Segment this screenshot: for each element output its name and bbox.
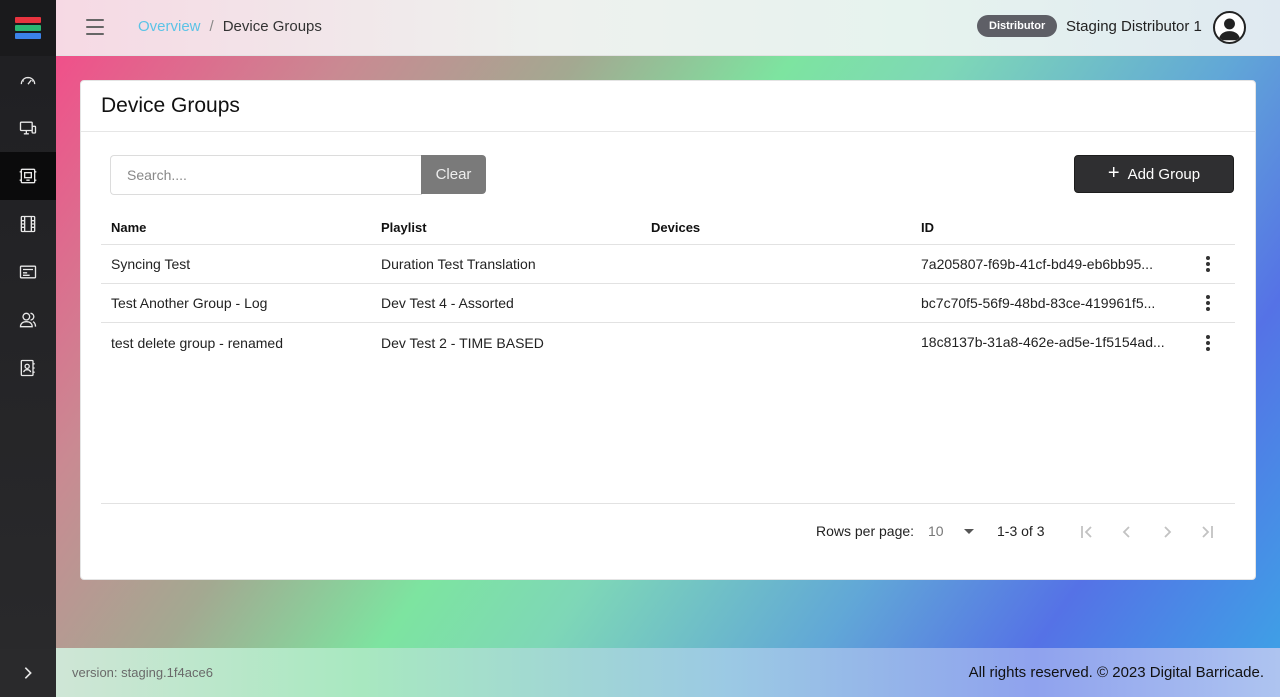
table-header-row: Name Playlist Devices ID bbox=[101, 211, 1235, 245]
chevron-right-icon bbox=[1164, 526, 1172, 538]
version-text: version: staging.1f4ace6 bbox=[72, 665, 213, 680]
user-name[interactable]: Staging Distributor 1 bbox=[1066, 18, 1202, 35]
user-avatar-icon bbox=[1218, 18, 1241, 41]
rows-per-page-value: 10 bbox=[928, 523, 944, 539]
top-header: Overview / Device Groups Distributor Sta… bbox=[56, 0, 1280, 56]
dashboard-gauge-icon bbox=[20, 76, 36, 85]
more-vertical-icon bbox=[1206, 334, 1210, 351]
sidebar-item-devices[interactable] bbox=[0, 104, 56, 152]
sidebar-item-media[interactable] bbox=[0, 200, 56, 248]
table-row[interactable]: test delete group - renamed Dev Test 2 -… bbox=[101, 323, 1235, 362]
column-header-devices[interactable]: Devices bbox=[651, 211, 911, 244]
table-footer-divider bbox=[101, 503, 1235, 504]
hamburger-icon bbox=[86, 19, 104, 21]
add-group-label: Add Group bbox=[1127, 165, 1201, 183]
user-avatar-button[interactable] bbox=[1213, 11, 1246, 44]
first-page-icon bbox=[1081, 526, 1092, 538]
device-groups-card: Device Groups Clear + Add Group Name Pla… bbox=[80, 80, 1256, 580]
breadcrumb-current: Device Groups bbox=[222, 18, 322, 35]
row-name: Test Another Group - Log bbox=[111, 295, 268, 311]
clear-button[interactable]: Clear bbox=[421, 155, 486, 194]
page-info: 1-3 of 3 bbox=[997, 523, 1045, 539]
more-vertical-icon bbox=[1206, 256, 1210, 272]
column-header-name[interactable]: Name bbox=[111, 211, 371, 244]
row-name: test delete group - renamed bbox=[111, 334, 283, 351]
role-badge: Distributor bbox=[977, 15, 1058, 37]
caret-down-icon bbox=[963, 528, 974, 534]
last-page-button[interactable] bbox=[1196, 521, 1218, 543]
sidebar-item-contacts[interactable] bbox=[0, 344, 56, 392]
contacts-book-icon bbox=[20, 359, 35, 377]
first-page-button[interactable] bbox=[1076, 521, 1098, 543]
rows-per-page-select[interactable]: 10 bbox=[928, 523, 974, 539]
sidebar-collapse-button[interactable] bbox=[0, 649, 56, 697]
sidebar-item-content[interactable] bbox=[0, 248, 56, 296]
breadcrumb-separator: / bbox=[209, 18, 214, 35]
column-header-id[interactable]: ID bbox=[921, 211, 1169, 244]
column-header-playlist[interactable]: Playlist bbox=[381, 211, 641, 244]
row-id: bc7c70f5-56f9-48bd-83ce-419961f5... bbox=[921, 295, 1156, 311]
card-divider bbox=[81, 131, 1255, 132]
row-playlist: Duration Test Translation bbox=[381, 256, 536, 272]
row-actions-button[interactable] bbox=[1195, 245, 1221, 283]
breadcrumb-overview-link[interactable]: Overview bbox=[138, 18, 201, 35]
row-devices bbox=[651, 323, 911, 362]
film-icon bbox=[20, 215, 36, 233]
pagination: Rows per page: 10 1-3 of 3 bbox=[81, 521, 1255, 543]
table-row[interactable]: Syncing Test Duration Test Translation 7… bbox=[101, 245, 1235, 284]
row-actions-button[interactable] bbox=[1195, 284, 1221, 322]
chevron-left-icon bbox=[1122, 526, 1130, 538]
users-icon bbox=[19, 312, 37, 328]
table-row[interactable]: Test Another Group - Log Dev Test 4 - As… bbox=[101, 284, 1235, 323]
breadcrumb: Overview / Device Groups bbox=[138, 18, 322, 35]
sidebar-item-device-groups[interactable] bbox=[0, 152, 56, 200]
plus-icon: + bbox=[1107, 162, 1120, 184]
menu-toggle-button[interactable] bbox=[86, 16, 108, 38]
device-groups-icon bbox=[19, 168, 37, 184]
sidebar bbox=[0, 0, 56, 697]
rows-per-page-label: Rows per page: bbox=[816, 523, 915, 539]
more-vertical-icon bbox=[1206, 295, 1210, 311]
row-playlist: Dev Test 2 - TIME BASED bbox=[381, 334, 544, 351]
row-actions-button[interactable] bbox=[1195, 323, 1221, 362]
sidebar-item-dashboard[interactable] bbox=[0, 56, 56, 104]
app-logo[interactable] bbox=[0, 0, 56, 56]
add-group-button[interactable]: + Add Group bbox=[1074, 155, 1234, 193]
copyright-text: All rights reserved. © 2023 Digital Barr… bbox=[968, 664, 1264, 681]
last-page-icon bbox=[1202, 526, 1213, 538]
row-playlist: Dev Test 4 - Assorted bbox=[381, 295, 514, 311]
row-devices bbox=[651, 245, 911, 283]
row-id: 7a205807-f69b-41cf-bd49-eb6bb95... bbox=[921, 256, 1153, 272]
previous-page-button[interactable] bbox=[1116, 521, 1138, 543]
page-title: Device Groups bbox=[101, 94, 240, 117]
devices-icon bbox=[19, 121, 37, 135]
row-name: Syncing Test bbox=[111, 256, 191, 272]
chevron-right-icon bbox=[24, 667, 32, 679]
device-groups-table: Name Playlist Devices ID Syncing Test Du… bbox=[101, 211, 1235, 362]
media-card-icon bbox=[19, 265, 37, 279]
row-id: 18c8137b-31a8-462e-ad5e-1f5154ad... bbox=[921, 334, 1165, 350]
page-footer: version: staging.1f4ace6 All rights rese… bbox=[56, 648, 1280, 697]
sidebar-item-users[interactable] bbox=[0, 296, 56, 344]
search-input[interactable] bbox=[110, 155, 422, 195]
logo-icon bbox=[15, 17, 41, 39]
next-page-button[interactable] bbox=[1156, 521, 1178, 543]
row-devices bbox=[651, 284, 911, 322]
